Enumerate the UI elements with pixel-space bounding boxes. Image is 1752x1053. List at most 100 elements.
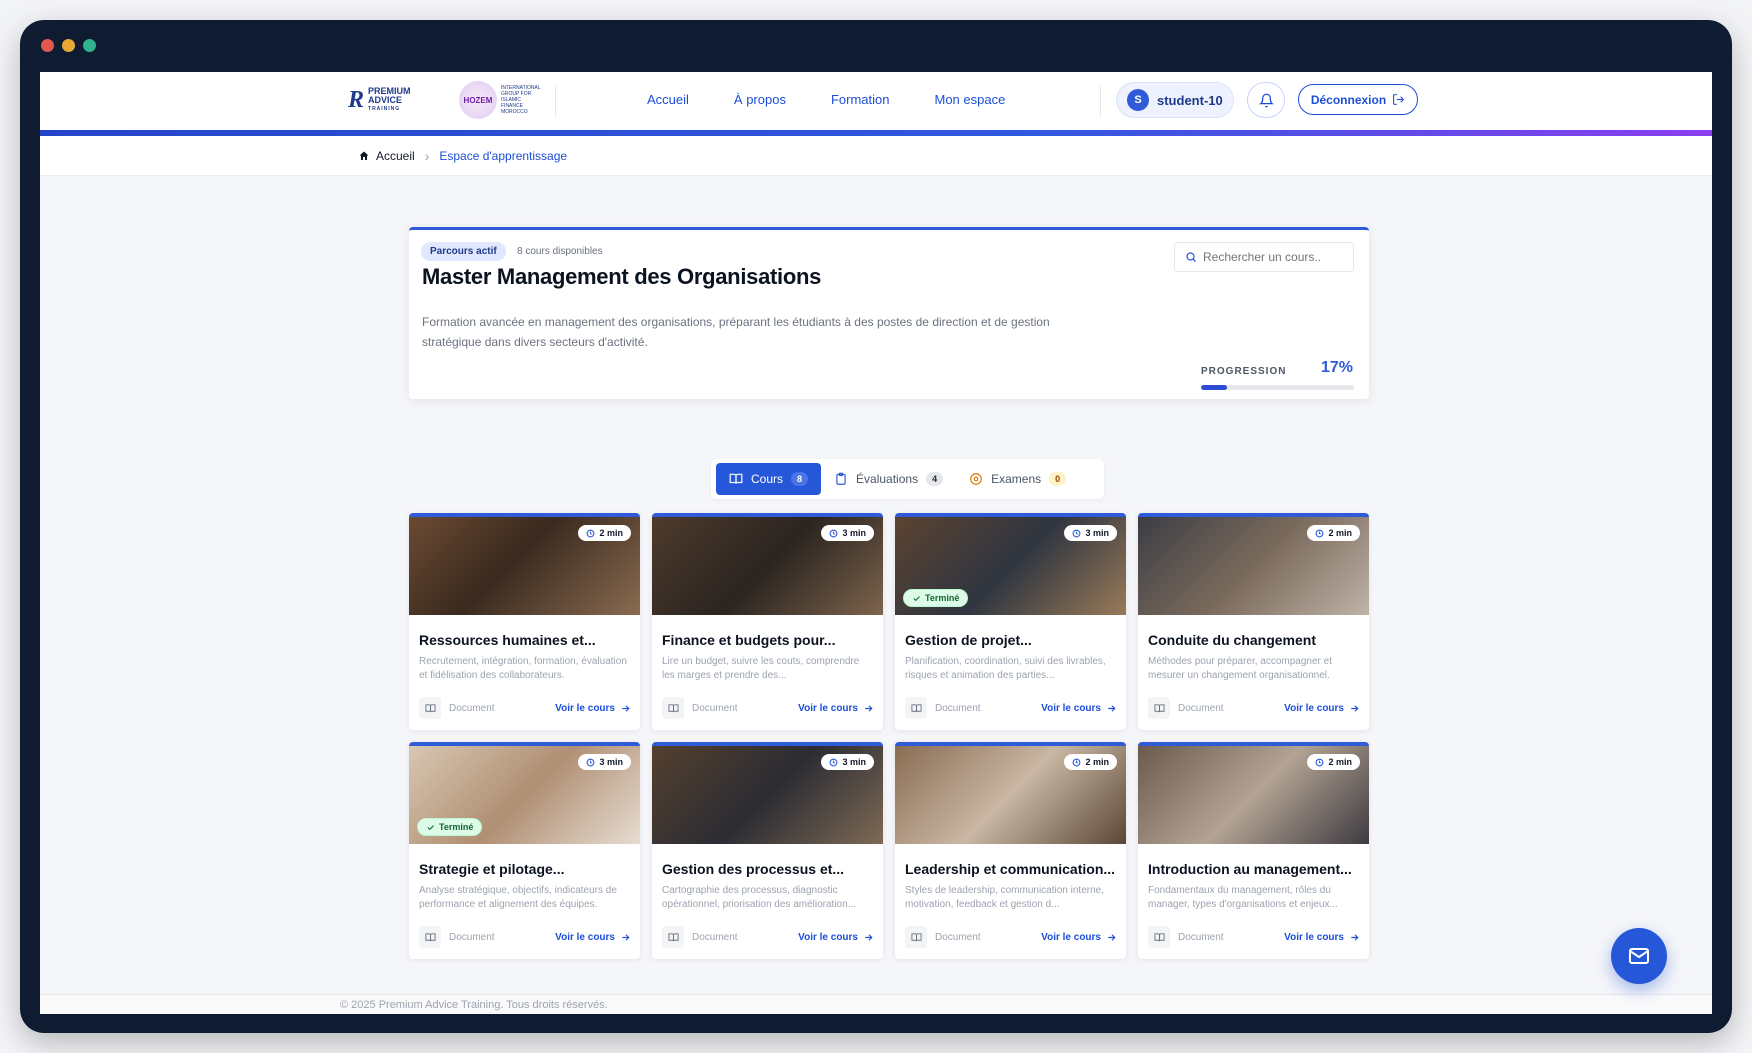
course-type-label: Document: [449, 931, 495, 943]
book-icon: [662, 926, 684, 948]
arrow-right-icon: [1351, 933, 1359, 941]
search-icon: [1186, 252, 1196, 262]
view-course-label: Voir le cours: [798, 702, 858, 714]
view-course-label: Voir le cours: [798, 931, 858, 943]
view-course-label: Voir le cours: [1041, 931, 1101, 943]
course-thumbnail: 3 min Terminé: [409, 746, 640, 844]
course-description: Cartographie des processus, diagnostic o…: [662, 885, 856, 910]
nav-mon-espace[interactable]: Mon espace: [935, 92, 1006, 107]
course-title[interactable]: Gestion de projet...: [905, 632, 1117, 648]
logout-button[interactable]: Déconnexion: [1298, 84, 1418, 115]
course-card[interactable]: 2 min Leadership et communication... Sty…: [895, 742, 1126, 959]
progress-bar: [1201, 385, 1354, 390]
duration-badge: 3 min: [821, 754, 874, 770]
view-course-link[interactable]: Voir le cours: [555, 932, 631, 943]
course-grid: 2 min Ressources humaines et... Recrutem…: [409, 513, 1369, 959]
course-title[interactable]: Strategie et pilotage...: [419, 861, 631, 877]
view-course-label: Voir le cours: [1284, 931, 1344, 943]
course-path-card: Parcours actif 8 cours disponibles Maste…: [409, 227, 1369, 399]
mail-icon: [1629, 948, 1649, 964]
app-screen: R PREMIUM ADVICE TRAINING HOZEM INTERNAT…: [40, 72, 1712, 1014]
view-course-link[interactable]: Voir le cours: [798, 703, 874, 714]
course-footer: Document Voir le cours: [662, 926, 874, 948]
clock-icon: [1073, 758, 1081, 766]
course-description: Planification, coordination, suivi des l…: [905, 656, 1106, 681]
contact-button[interactable]: [1611, 928, 1667, 984]
course-thumbnail: 3 min Terminé: [895, 517, 1126, 615]
completed-label: Terminé: [925, 593, 960, 603]
duration-badge: 3 min: [1064, 525, 1117, 541]
course-title[interactable]: Gestion des processus et...: [662, 861, 874, 877]
tab-examens[interactable]: Examens 0: [956, 463, 1079, 495]
view-course-link[interactable]: Voir le cours: [1284, 932, 1360, 943]
nav-formation[interactable]: Formation: [831, 92, 890, 107]
view-course-link[interactable]: Voir le cours: [1041, 932, 1117, 943]
course-description: Styles de leadership, communication inte…: [905, 885, 1104, 910]
tab-label: Évaluations: [856, 472, 919, 486]
breadcrumb-current[interactable]: Espace d'apprentissage: [439, 149, 567, 163]
course-title[interactable]: Conduite du changement: [1148, 632, 1360, 648]
tab-count: 4: [926, 472, 944, 486]
nav-accueil[interactable]: Accueil: [647, 92, 689, 107]
progress-value: 17%: [1321, 359, 1354, 376]
duration-label: 3 min: [842, 528, 866, 538]
nav-a-propos[interactable]: À propos: [734, 92, 786, 107]
book-icon: [662, 697, 684, 719]
course-type: Document: [1148, 697, 1224, 719]
logo-mark: R: [348, 87, 365, 113]
course-title[interactable]: Leadership et communication...: [905, 861, 1117, 877]
premium-advice-logo[interactable]: R PREMIUM ADVICE TRAINING: [348, 87, 411, 114]
arrow-right-icon: [622, 933, 630, 941]
course-description: Fondamentaux du management, rôles du man…: [1148, 885, 1338, 910]
view-course-label: Voir le cours: [1284, 702, 1344, 714]
course-card[interactable]: 3 min Terminé Strategie et pilotage... A…: [409, 742, 640, 959]
course-card[interactable]: 3 min Gestion des processus et... Cartog…: [652, 742, 883, 959]
course-footer: Document Voir le cours: [905, 926, 1117, 948]
course-title[interactable]: Ressources humaines et...: [419, 632, 631, 648]
course-card[interactable]: 3 min Terminé Gestion de projet... Plani…: [895, 513, 1126, 730]
course-type-label: Document: [692, 702, 738, 714]
top-header: R PREMIUM ADVICE TRAINING HOZEM INTERNAT…: [40, 72, 1712, 130]
course-type: Document: [662, 697, 738, 719]
duration-label: 2 min: [1328, 757, 1352, 767]
minimize-dot[interactable]: [62, 39, 75, 52]
view-course-label: Voir le cours: [555, 931, 615, 943]
course-thumbnail: 2 min: [409, 517, 640, 615]
close-dot[interactable]: [41, 39, 54, 52]
course-type-label: Document: [449, 702, 495, 714]
duration-badge: 2 min: [1307, 525, 1360, 541]
tab-cours[interactable]: Cours 8: [716, 463, 822, 495]
course-thumbnail: 3 min: [652, 517, 883, 615]
tab-evaluations[interactable]: Évaluations 4: [821, 463, 956, 495]
course-card[interactable]: 2 min Ressources humaines et... Recrutem…: [409, 513, 640, 730]
course-card[interactable]: 2 min Conduite du changement Méthodes po…: [1138, 513, 1369, 730]
user-menu[interactable]: S student-10: [1116, 82, 1234, 118]
search-field[interactable]: [1174, 242, 1354, 272]
view-course-link[interactable]: Voir le cours: [1041, 703, 1117, 714]
course-description: Méthodes pour préparer, accompagner et m…: [1148, 656, 1332, 681]
book-icon: [419, 697, 441, 719]
partner-logo-mark: HOZEM: [459, 81, 497, 119]
status-badge: Parcours actif: [421, 242, 506, 261]
course-card[interactable]: 3 min Finance et budgets pour... Lire un…: [652, 513, 883, 730]
clock-icon: [830, 758, 838, 766]
page-footer: © 2025 Premium Advice Training. Tous dro…: [40, 994, 1712, 1014]
notifications-button[interactable]: [1247, 82, 1285, 118]
arrow-right-icon: [865, 704, 873, 712]
search-input[interactable]: [1203, 250, 1343, 264]
course-thumbnail: 2 min: [1138, 517, 1369, 615]
course-card[interactable]: 2 min Introduction au management... Fond…: [1138, 742, 1369, 959]
copyright: © 2025 Premium Advice Training. Tous dro…: [340, 999, 608, 1011]
view-course-link[interactable]: Voir le cours: [1284, 703, 1360, 714]
partner-logo-text: INTERNATIONAL GROUP FOR ISLAMIC FINANCE …: [501, 85, 541, 115]
zoom-dot[interactable]: [83, 39, 96, 52]
book-icon: [729, 473, 743, 484]
course-footer: Document Voir le cours: [662, 697, 874, 719]
course-description: Recrutement, intégration, formation, éva…: [419, 656, 627, 681]
view-course-link[interactable]: Voir le cours: [798, 932, 874, 943]
view-course-link[interactable]: Voir le cours: [555, 703, 631, 714]
tab-label: Examens: [991, 472, 1042, 486]
course-title[interactable]: Introduction au management...: [1148, 861, 1360, 877]
breadcrumb-home[interactable]: Accueil: [358, 149, 415, 163]
course-title[interactable]: Finance et budgets pour...: [662, 632, 874, 648]
